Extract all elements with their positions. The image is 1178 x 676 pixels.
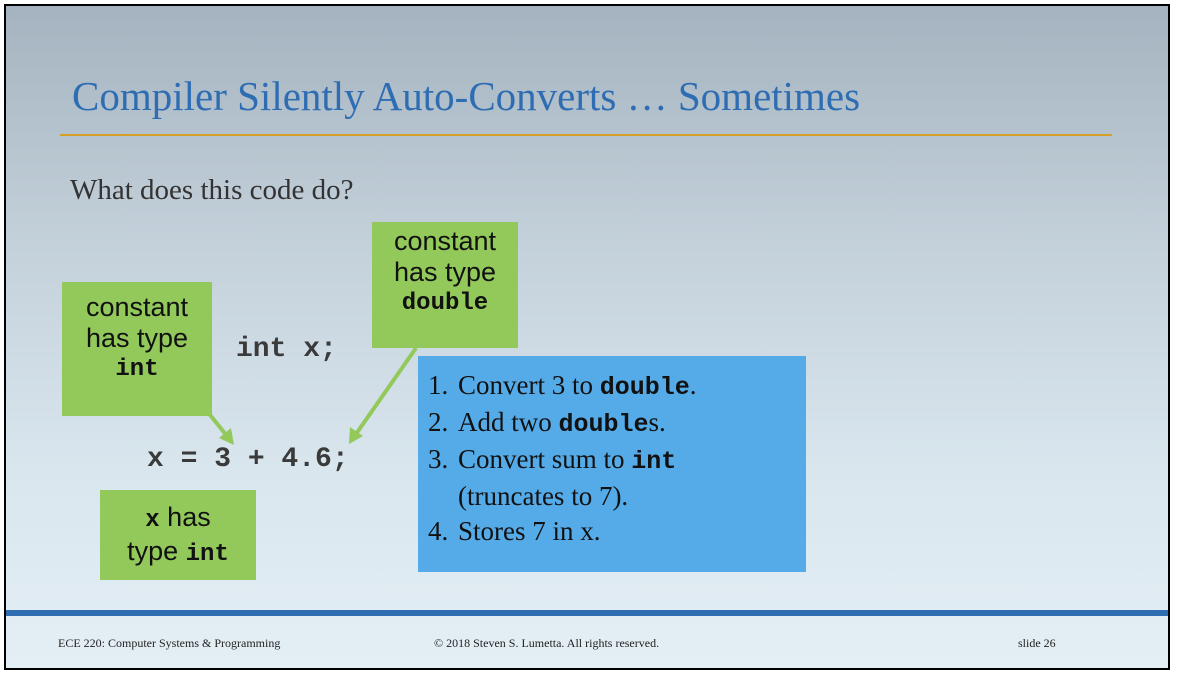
- arrow-double-constant: [349, 346, 418, 444]
- callout-arrows: [204, 346, 418, 445]
- slide: Compiler Silently Auto-Converts … Someti…: [4, 4, 1170, 670]
- footer-copyright: © 2018 Steven S. Lumetta. All rights res…: [434, 636, 660, 650]
- footer-band: [6, 610, 1168, 616]
- footer-course: ECE 220: Computer Systems & Programming: [58, 636, 281, 650]
- arrow-int-constant: [204, 408, 234, 445]
- footer-slide-number: slide 26: [1018, 636, 1056, 650]
